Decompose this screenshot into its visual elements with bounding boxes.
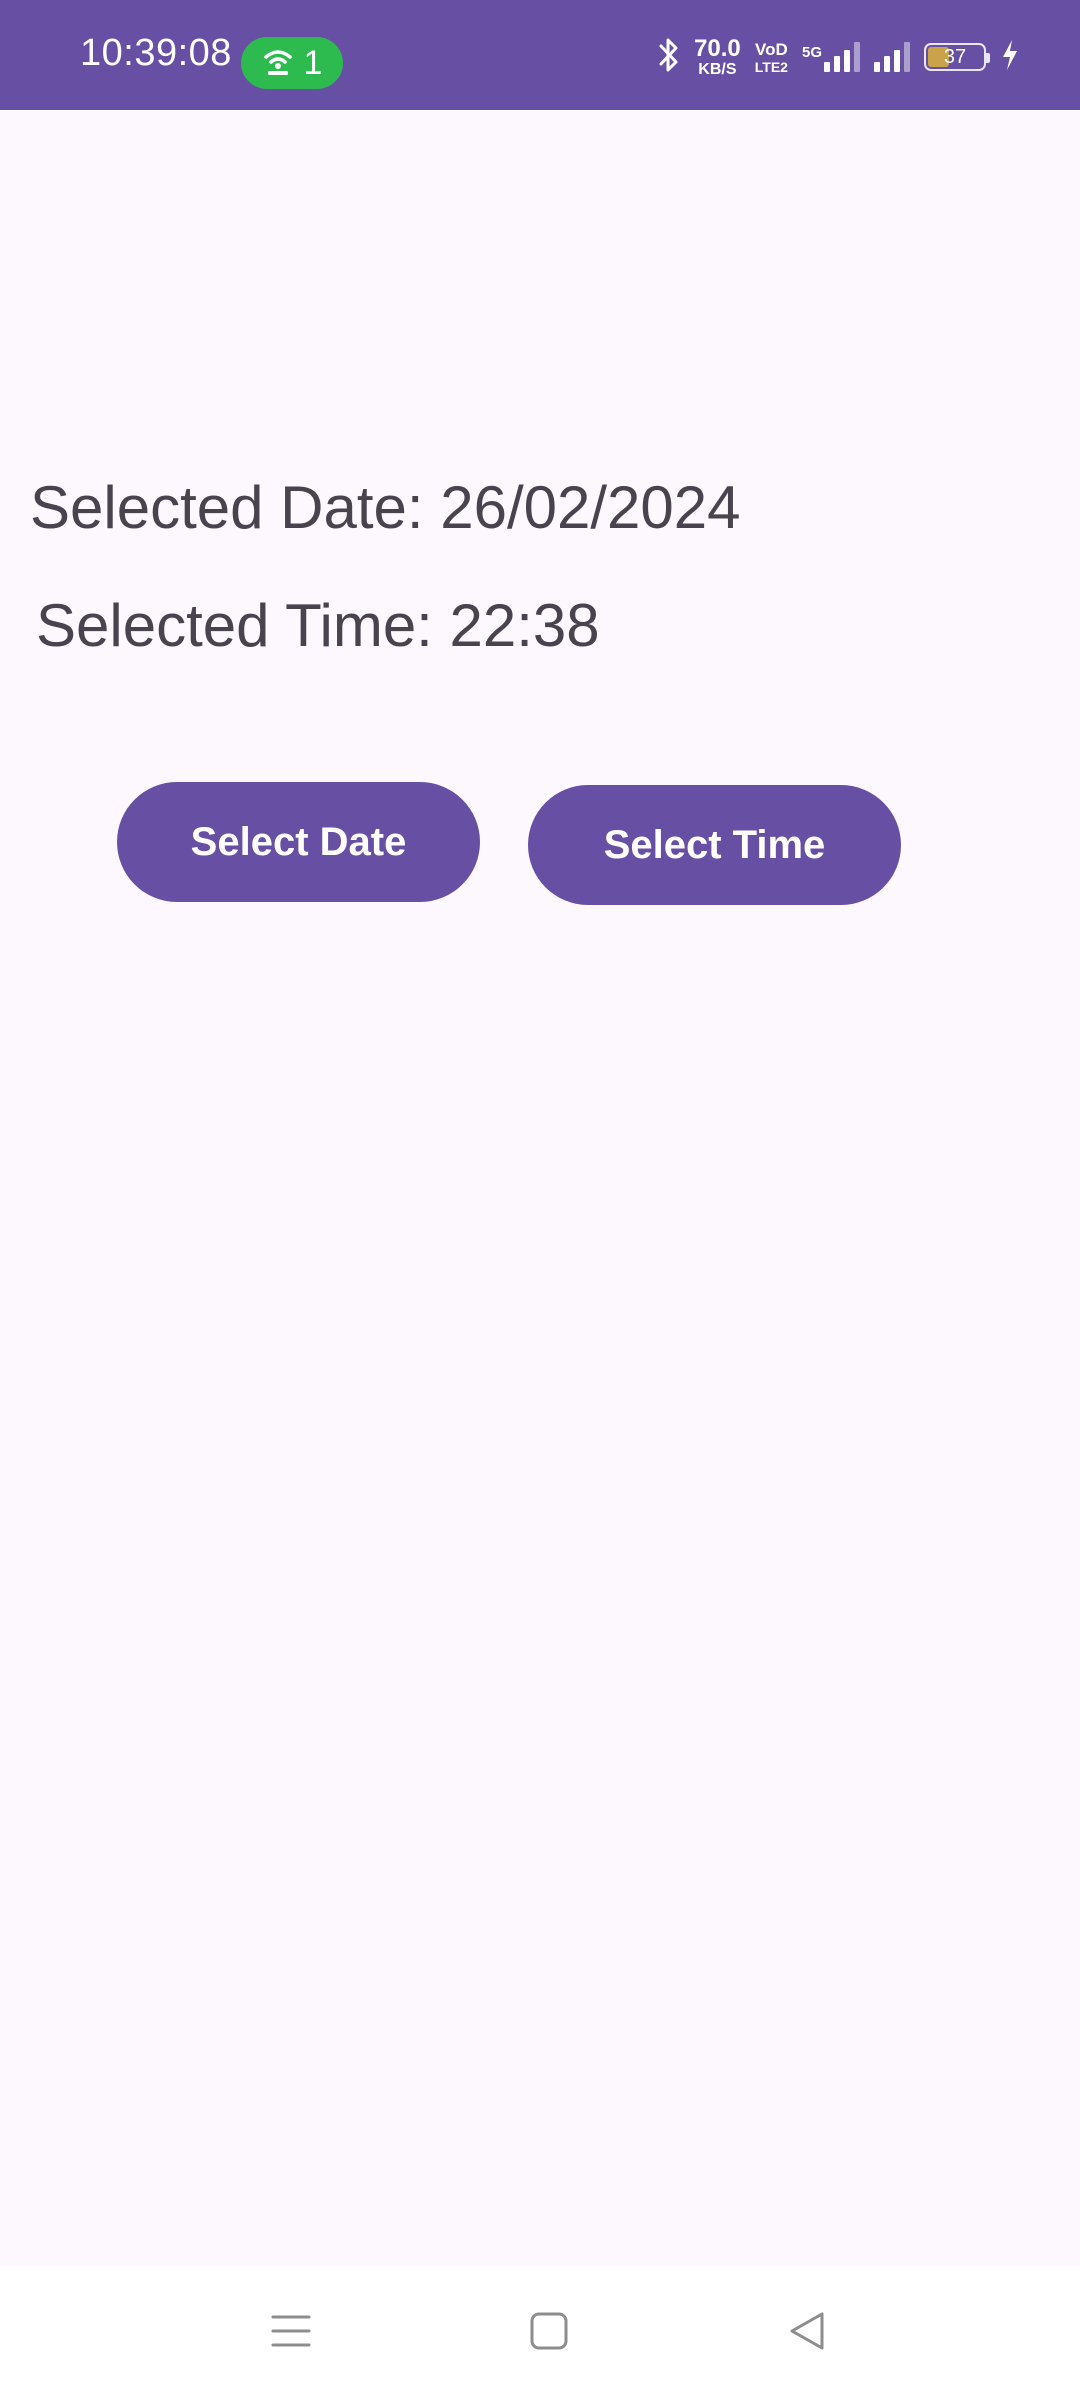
selected-time-label: Selected Time: 22:38 [36,592,600,659]
sim1-signal: 5G [802,42,860,72]
home-icon [529,2311,569,2356]
select-date-button[interactable]: Select Date [117,782,480,902]
status-time: 10:39:08 [80,32,232,74]
back-icon [787,2310,827,2357]
selected-date-label: Selected Date: 26/02/2024 [30,474,741,541]
hotspot-indicator[interactable]: 1 [241,37,343,89]
home-button[interactable] [504,2288,594,2378]
charging-icon [1000,38,1020,77]
back-button[interactable] [762,2288,852,2378]
recent-apps-button[interactable] [246,2288,336,2378]
network-speed-value: 70.0 [694,34,741,62]
battery-icon: 37 [924,43,990,71]
bluetooth-icon [658,36,680,79]
battery-level: 37 [943,46,967,68]
volte-indicator: VoD LTE2 [755,41,788,74]
volte-sublabel: LTE2 [754,58,788,75]
navigation-bar [0,2266,1080,2400]
menu-icon [270,2311,312,2356]
network-speed-unit: KB/S [698,60,737,78]
status-icons: 70.0 KB/S VoD LTE2 5G 37 [658,34,1020,80]
hotspot-icon [262,46,294,81]
volte-label: VoD [755,39,788,59]
hotspot-count: 1 [303,44,323,82]
network-type: 5G [801,44,822,61]
signal-icon [874,42,910,72]
select-time-button[interactable]: Select Time [528,785,901,905]
status-bar: 10:39:08 1 70.0 KB/S VoD LTE2 5G 37 [0,0,1080,110]
network-speed: 70.0 KB/S [694,34,741,78]
signal-icon [824,42,860,72]
